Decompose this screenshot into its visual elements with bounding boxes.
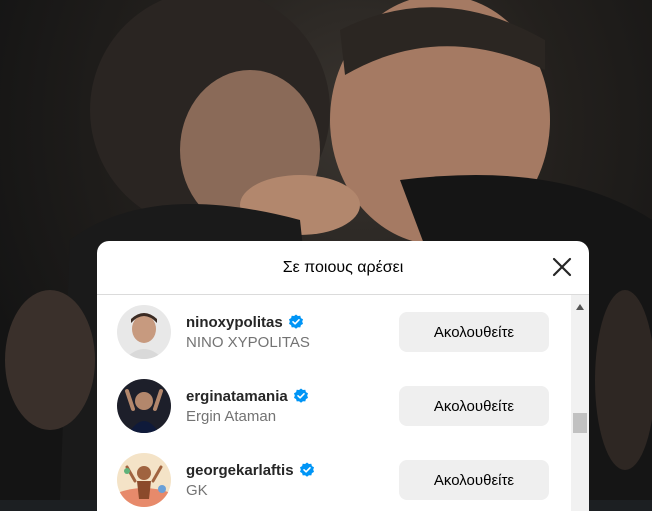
following-button[interactable]: Ακολουθείτε (399, 460, 549, 500)
user-info: georgekarlaftis GK (186, 462, 315, 499)
full-name: Ergin Ataman (186, 407, 277, 425)
close-button[interactable] (549, 254, 575, 280)
list-item: georgekarlaftis GK Ακολουθείτε (97, 443, 571, 511)
scroll-up-arrow-icon[interactable] (575, 303, 585, 311)
username-line: georgekarlaftis (186, 462, 315, 479)
list-item: erginatamania Ergin Ataman Ακολουθείτε (97, 369, 571, 443)
full-name: NINO XYPOLITAS (186, 333, 310, 351)
following-button[interactable]: Ακολουθείτε (399, 386, 549, 426)
verified-badge-icon (288, 314, 303, 329)
scrollbar-thumb[interactable] (573, 413, 587, 433)
likes-dialog: Σε ποιους αρέσει ninoxypolitas NINO XYPO… (97, 241, 589, 511)
user-info: ninoxypolitas NINO XYPOLITAS (186, 314, 310, 351)
avatar[interactable] (117, 379, 171, 433)
list-item: ninoxypolitas NINO XYPOLITAS Ακολουθείτε (97, 295, 571, 369)
verified-badge-icon (293, 388, 308, 403)
full-name: GK (186, 481, 208, 499)
username[interactable]: ninoxypolitas (186, 314, 283, 331)
likers-list: ninoxypolitas NINO XYPOLITAS Ακολουθείτε (97, 295, 571, 511)
username-line: ninoxypolitas (186, 314, 310, 331)
following-button[interactable]: Ακολουθείτε (399, 312, 549, 352)
verified-badge-icon (299, 462, 314, 477)
username-line: erginatamania (186, 388, 309, 405)
username[interactable]: erginatamania (186, 388, 288, 405)
user-info: erginatamania Ergin Ataman (186, 388, 309, 425)
close-icon (552, 257, 572, 277)
username[interactable]: georgekarlaftis (186, 462, 294, 479)
scrollbar[interactable] (571, 295, 589, 511)
dialog-header: Σε ποιους αρέσει (97, 241, 589, 295)
avatar[interactable] (117, 453, 171, 507)
avatar[interactable] (117, 305, 171, 359)
dialog-title: Σε ποιους αρέσει (282, 258, 404, 276)
